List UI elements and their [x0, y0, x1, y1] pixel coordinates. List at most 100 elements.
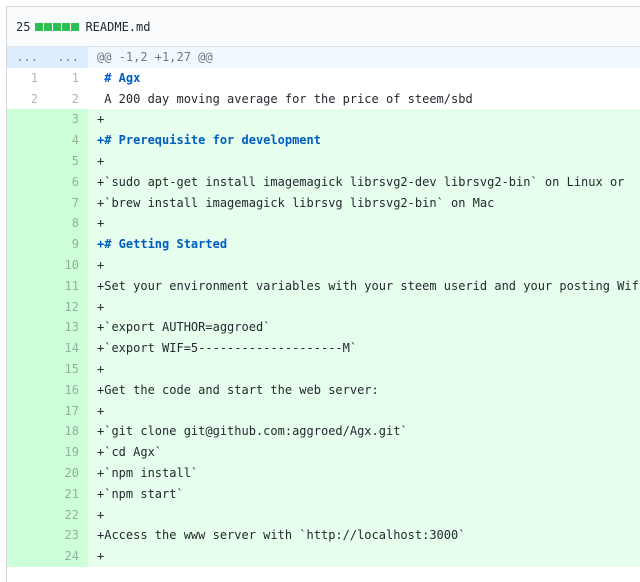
- added-line: 15 +: [7, 358, 640, 380]
- expand-up-button[interactable]: ...: [7, 47, 47, 68]
- line-code: A 200 day moving average for the price o…: [97, 91, 473, 106]
- line-code: +Get the code and start the web server:: [88, 379, 640, 401]
- new-line-number[interactable]: 15: [47, 358, 88, 380]
- old-line-number[interactable]: [7, 483, 47, 505]
- new-line-number[interactable]: 3: [47, 109, 88, 131]
- old-line-number[interactable]: [7, 525, 47, 547]
- context-line: 22 A 200 day moving average for the pric…: [7, 88, 640, 110]
- line-code: +`export AUTHOR=aggroed`: [88, 317, 640, 339]
- added-line: 8 +: [7, 213, 640, 235]
- old-line-number[interactable]: [7, 358, 47, 380]
- old-line-number[interactable]: [7, 400, 47, 422]
- added-line: 12 +: [7, 296, 640, 318]
- change-count: 25: [16, 19, 31, 34]
- new-line-number[interactable]: 5: [47, 150, 88, 172]
- added-line: 13 +`export AUTHOR=aggroed`: [7, 317, 640, 339]
- line-code: +: [88, 546, 640, 567]
- line-code: +`cd Agx`: [88, 442, 640, 463]
- new-line-number[interactable]: 12: [47, 296, 88, 318]
- old-line-number[interactable]: [7, 109, 47, 131]
- old-line-number[interactable]: 1: [7, 67, 47, 89]
- new-line-number[interactable]: 21: [47, 483, 88, 505]
- new-line-number[interactable]: 8: [47, 213, 88, 235]
- line-code: +`sudo apt-get install imagemagick librs…: [88, 171, 640, 193]
- new-line-number[interactable]: 2: [47, 88, 88, 110]
- diff-view: 25 README.md ... ... @@ -1,2 +1,27 @@ 11…: [6, 6, 640, 582]
- old-line-number[interactable]: 2: [7, 88, 47, 110]
- added-line: 19 +`cd Agx`: [7, 442, 640, 463]
- new-line-number[interactable]: 23: [47, 525, 88, 547]
- new-line-number[interactable]: 10: [47, 254, 88, 276]
- old-line-number[interactable]: [7, 504, 47, 526]
- line-code: +`git clone git@github.com:aggroed/Agx.g…: [88, 421, 640, 443]
- line-code: +: [88, 358, 640, 380]
- line-code: +`npm install`: [88, 462, 640, 484]
- diffstat-block: [44, 22, 53, 31]
- line-code: +: [88, 109, 640, 131]
- added-line: 22 +: [7, 504, 640, 526]
- new-line-number[interactable]: 9: [47, 234, 88, 255]
- old-line-number[interactable]: [7, 442, 47, 463]
- new-line-number[interactable]: 24: [47, 546, 88, 567]
- new-line-number[interactable]: 6: [47, 171, 88, 193]
- file-header: 25 README.md: [7, 7, 640, 47]
- line-code: +`brew install imagemagick librsvg librs…: [88, 192, 640, 214]
- added-line: 20 +`npm install`: [7, 462, 640, 484]
- old-line-number[interactable]: [7, 150, 47, 172]
- new-line-number[interactable]: 11: [47, 275, 88, 297]
- added-line: 4 +# Prerequisite for development: [7, 130, 640, 151]
- added-line: 24 +: [7, 546, 640, 567]
- line-code: +# Getting Started: [88, 234, 640, 255]
- old-line-number[interactable]: [7, 462, 47, 484]
- new-line-number[interactable]: 18: [47, 421, 88, 443]
- added-line: 14 +`export WIF=5--------------------M`: [7, 338, 640, 359]
- line-code: +: [88, 296, 640, 318]
- line-code: +`export WIF=5--------------------M`: [88, 338, 640, 359]
- old-line-number[interactable]: [7, 338, 47, 359]
- added-line: 9 +# Getting Started: [7, 234, 640, 255]
- line-code: +: [88, 400, 640, 422]
- added-line: 5 +: [7, 150, 640, 172]
- line-code: +: [88, 254, 640, 276]
- old-line-number[interactable]: [7, 130, 47, 151]
- new-line-number[interactable]: 19: [47, 442, 88, 463]
- added-line: 3 +: [7, 109, 640, 131]
- line-code: +Set your environment variables with you…: [88, 275, 640, 297]
- new-line-number[interactable]: 16: [47, 379, 88, 401]
- line-code: +`npm start`: [88, 483, 640, 505]
- line-code: +# Prerequisite for development: [88, 130, 640, 151]
- diffstat-block: [62, 22, 71, 31]
- diff-lines: 11 # Agx 2 2 A 200 day moving average for …: [7, 67, 640, 567]
- added-line: 10 +: [7, 254, 640, 276]
- expand-down-button[interactable]: ...: [47, 47, 88, 68]
- line-code: +Access the www server with `http://loca…: [88, 525, 640, 547]
- old-line-number[interactable]: [7, 254, 47, 276]
- diffstat-block: [53, 22, 62, 31]
- hunk-range: @@ -1,2 +1,27 @@: [97, 50, 213, 64]
- old-line-number[interactable]: [7, 421, 47, 443]
- old-line-number[interactable]: [7, 317, 47, 339]
- new-line-number[interactable]: 13: [47, 317, 88, 339]
- added-line: 6 +`sudo apt-get install imagemagick libr…: [7, 171, 640, 193]
- new-line-number[interactable]: 4: [47, 130, 88, 151]
- old-line-number[interactable]: [7, 192, 47, 214]
- old-line-number[interactable]: [7, 213, 47, 235]
- line-code: +: [88, 150, 640, 172]
- diffstat-block: [71, 22, 80, 31]
- added-line: 17 +: [7, 400, 640, 422]
- new-line-number[interactable]: 1: [47, 67, 88, 89]
- added-line: 21 +`npm start`: [7, 483, 640, 505]
- new-line-number[interactable]: 22: [47, 504, 88, 526]
- old-line-number[interactable]: [7, 275, 47, 297]
- new-line-number[interactable]: 14: [47, 338, 88, 359]
- old-line-number[interactable]: [7, 296, 47, 318]
- hunk-header: ... ... @@ -1,2 +1,27 @@: [7, 47, 640, 68]
- new-line-number[interactable]: 7: [47, 192, 88, 214]
- old-line-number[interactable]: [7, 546, 47, 567]
- old-line-number[interactable]: [7, 234, 47, 255]
- old-line-number[interactable]: [7, 171, 47, 193]
- new-line-number[interactable]: 17: [47, 400, 88, 422]
- old-line-number[interactable]: [7, 379, 47, 401]
- new-line-number[interactable]: 20: [47, 462, 88, 484]
- file-name-link[interactable]: README.md: [85, 20, 150, 34]
